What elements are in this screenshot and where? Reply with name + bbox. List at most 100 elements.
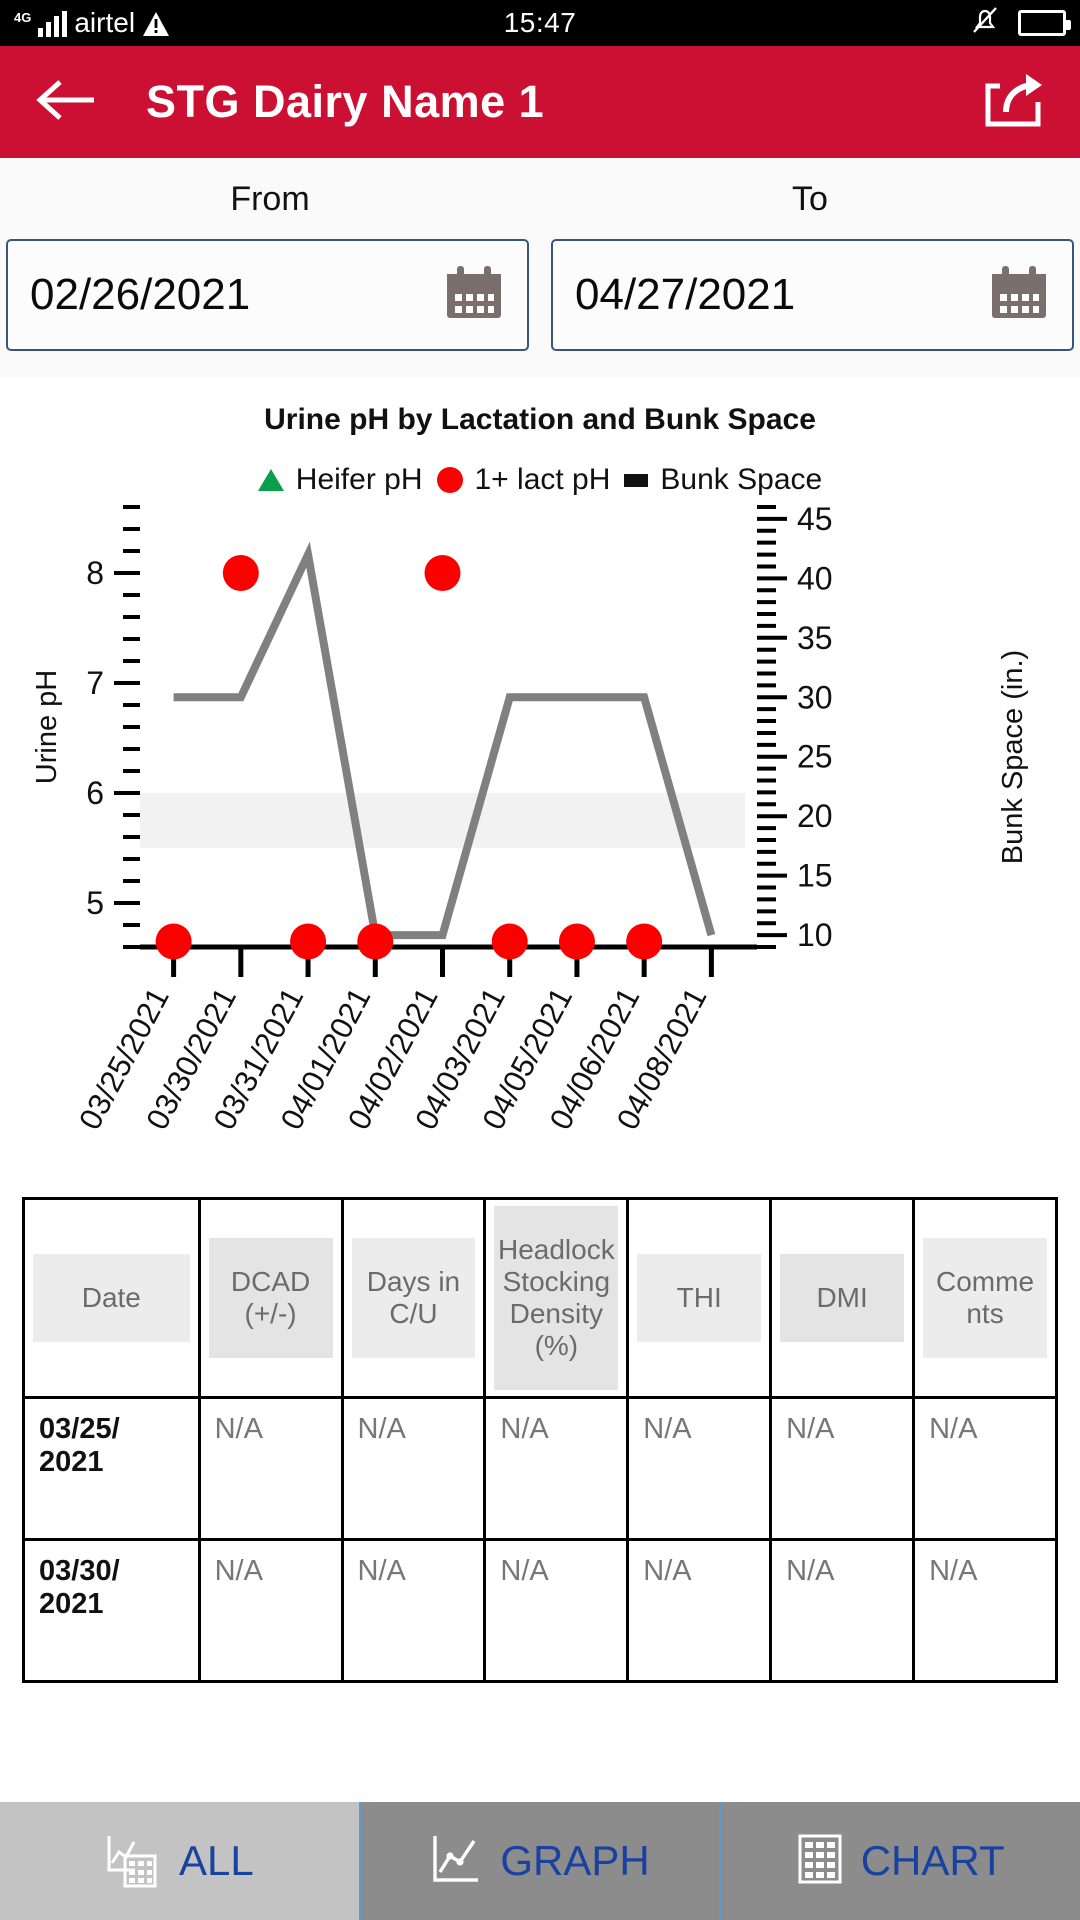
date-range-labels: From To xyxy=(0,180,1080,219)
tab-all[interactable]: ALL xyxy=(0,1802,359,1920)
tab-label: CHART xyxy=(860,1837,1005,1884)
lact-ph-point xyxy=(290,923,327,960)
chart-title: Urine pH by Lactation and Bunk Space xyxy=(264,403,816,436)
share-icon[interactable] xyxy=(982,72,1044,133)
bunk-space-line xyxy=(173,541,716,940)
cell-value: N/A xyxy=(340,1396,487,1541)
circle-marker-icon xyxy=(436,467,463,493)
date-range-fields: 02/26/2021 04/27/2021 xyxy=(0,239,1080,351)
cell-value: N/A xyxy=(626,1538,773,1683)
to-label: To xyxy=(792,180,828,218)
lact-ph-point xyxy=(357,923,394,960)
legend-item-lact-ph: 1+ lact pH xyxy=(436,463,611,497)
header-label: Headlock Stocking Density (%) xyxy=(494,1206,619,1390)
app-bar: STG Dairy Name 1 xyxy=(0,46,1080,158)
chart-plot-area: 5 6 7 8 Urine pH 10 15 20 25 30 35 40 45 Bunk Space (… xyxy=(0,497,1080,1197)
lact-ph-point xyxy=(626,923,663,960)
cell-value: N/A xyxy=(340,1538,487,1683)
header-label: Date xyxy=(33,1254,190,1342)
from-date-input[interactable]: 02/26/2021 xyxy=(6,239,529,351)
lact-ph-point xyxy=(558,923,595,960)
to-date-input[interactable]: 04/27/2021 xyxy=(551,239,1074,351)
header-label: Comme nts xyxy=(923,1238,1047,1358)
cell-value: N/A xyxy=(769,1396,916,1541)
data-table-section: Date DCAD (+/-) Days in C/U Headlock Stocking D… xyxy=(0,1197,1080,1683)
y-axis-tick-label: 7 xyxy=(86,665,104,701)
y-axis-tick-label: 8 xyxy=(86,555,104,591)
y2-axis-tick-label: 45 xyxy=(797,501,833,537)
legend-label: Bunk Space xyxy=(660,463,823,496)
table-header-cell: DMI xyxy=(769,1197,916,1399)
legend-item-heifer-ph: Heifer pH xyxy=(257,463,423,497)
battery-half-icon xyxy=(1018,10,1071,36)
chart-legend: Heifer pH 1+ lact pH Bunk Space xyxy=(0,463,1080,497)
line-chart-icon xyxy=(430,1832,482,1891)
lact-ph-point xyxy=(424,555,461,591)
lact-ph-point xyxy=(491,923,528,960)
cell-value: N/A xyxy=(769,1538,916,1683)
cell-value: N/A xyxy=(912,1396,1058,1541)
table-row[interactable]: 03/25/2021 N/A N/A N/A N/A N/A N/A xyxy=(22,1396,1058,1541)
cell-value: N/A xyxy=(197,1538,344,1683)
cell-date: 03/25/2021 xyxy=(22,1396,201,1541)
calendar-icon[interactable] xyxy=(443,262,505,329)
table-body: 03/25/2021 N/A N/A N/A N/A N/A N/A 03/30/2021 N/… xyxy=(22,1396,1058,1683)
table-grid-icon xyxy=(797,1833,843,1890)
status-bar: 4G airtel 15:47 xyxy=(0,0,1080,46)
legend-label: Heifer pH xyxy=(295,463,423,496)
y2-axis-title: Bunk Space (in.) xyxy=(997,650,1029,864)
cell-value: N/A xyxy=(197,1396,344,1541)
y2-axis-tick-label: 15 xyxy=(797,858,833,894)
y2-axis-tick-label: 10 xyxy=(797,917,833,953)
table-header-cell: THI xyxy=(626,1197,773,1399)
y-axis-tick-label: 6 xyxy=(86,775,104,811)
y2-axis-tick-label: 20 xyxy=(797,798,833,834)
bottom-tab-bar: ALL GRAPH CHART xyxy=(0,1802,1080,1920)
from-date-value: 02/26/2021 xyxy=(30,270,251,319)
table-row[interactable]: 03/30/2021 N/A N/A N/A N/A N/A N/A xyxy=(22,1538,1058,1683)
chart-table-icon xyxy=(105,1830,161,1893)
tab-label: GRAPH xyxy=(500,1837,650,1884)
table-header-cell: Comme nts xyxy=(912,1197,1058,1399)
table-header-cell: Headlock Stocking Density (%) xyxy=(483,1197,630,1399)
y-axis-title: Urine pH xyxy=(31,670,63,784)
cell-value: N/A xyxy=(483,1538,630,1683)
data-table: Date DCAD (+/-) Days in C/U Headlock Stocking D… xyxy=(22,1197,1058,1683)
back-arrow-icon[interactable] xyxy=(36,78,98,127)
header-label: DMI xyxy=(780,1254,905,1342)
y2-axis-tick-label: 25 xyxy=(797,739,833,775)
legend-label: 1+ lact pH xyxy=(474,463,611,496)
header-label: Days in C/U xyxy=(351,1238,476,1358)
cell-value: N/A xyxy=(483,1396,630,1541)
cell-value: N/A xyxy=(626,1396,773,1541)
lact-ph-point xyxy=(155,923,192,960)
target-band xyxy=(140,793,745,848)
y-axis-tick-label: 5 xyxy=(86,885,104,921)
lact-ph-point xyxy=(222,555,259,591)
table-header-row: Date DCAD (+/-) Days in C/U Headlock Stocking D… xyxy=(22,1197,1058,1399)
from-label: From xyxy=(230,180,310,218)
legend-item-bunk-space: Bunk Space xyxy=(624,463,822,497)
tab-graph[interactable]: GRAPH xyxy=(358,1802,720,1920)
square-marker-icon xyxy=(624,473,649,487)
status-bar-clock: 15:47 xyxy=(503,7,577,38)
table-head: Date DCAD (+/-) Days in C/U Headlock Stocking D… xyxy=(22,1197,1058,1399)
y2-axis-tick-label: 40 xyxy=(797,560,833,596)
table-header-cell: Days in C/U xyxy=(340,1197,487,1399)
y2-axis-tick-label: 35 xyxy=(797,620,833,656)
table-header-cell: Date xyxy=(22,1197,201,1399)
cell-date: 03/30/2021 xyxy=(22,1538,201,1683)
cell-value: N/A xyxy=(912,1538,1058,1683)
y2-axis-tick-label: 30 xyxy=(797,679,833,715)
header-label: DCAD (+/-) xyxy=(208,1238,333,1358)
to-date-value: 04/27/2021 xyxy=(575,270,796,319)
header-label: THI xyxy=(637,1254,762,1342)
chart-svg: 5 6 7 8 Urine pH 10 15 20 25 30 35 40 45 Bunk Space (… xyxy=(31,501,1029,1135)
tab-chart[interactable]: CHART xyxy=(719,1802,1080,1920)
page-title: STG Dairy Name 1 xyxy=(146,76,545,127)
chart-card: Urine pH by Lactation and Bunk Space Hei… xyxy=(0,377,1080,1197)
calendar-icon[interactable] xyxy=(988,262,1050,329)
date-range-section: From To 02/26/2021 04/27/2021 xyxy=(0,158,1080,377)
table-header-cell: DCAD (+/-) xyxy=(197,1197,344,1399)
tab-label: ALL xyxy=(178,1837,254,1884)
